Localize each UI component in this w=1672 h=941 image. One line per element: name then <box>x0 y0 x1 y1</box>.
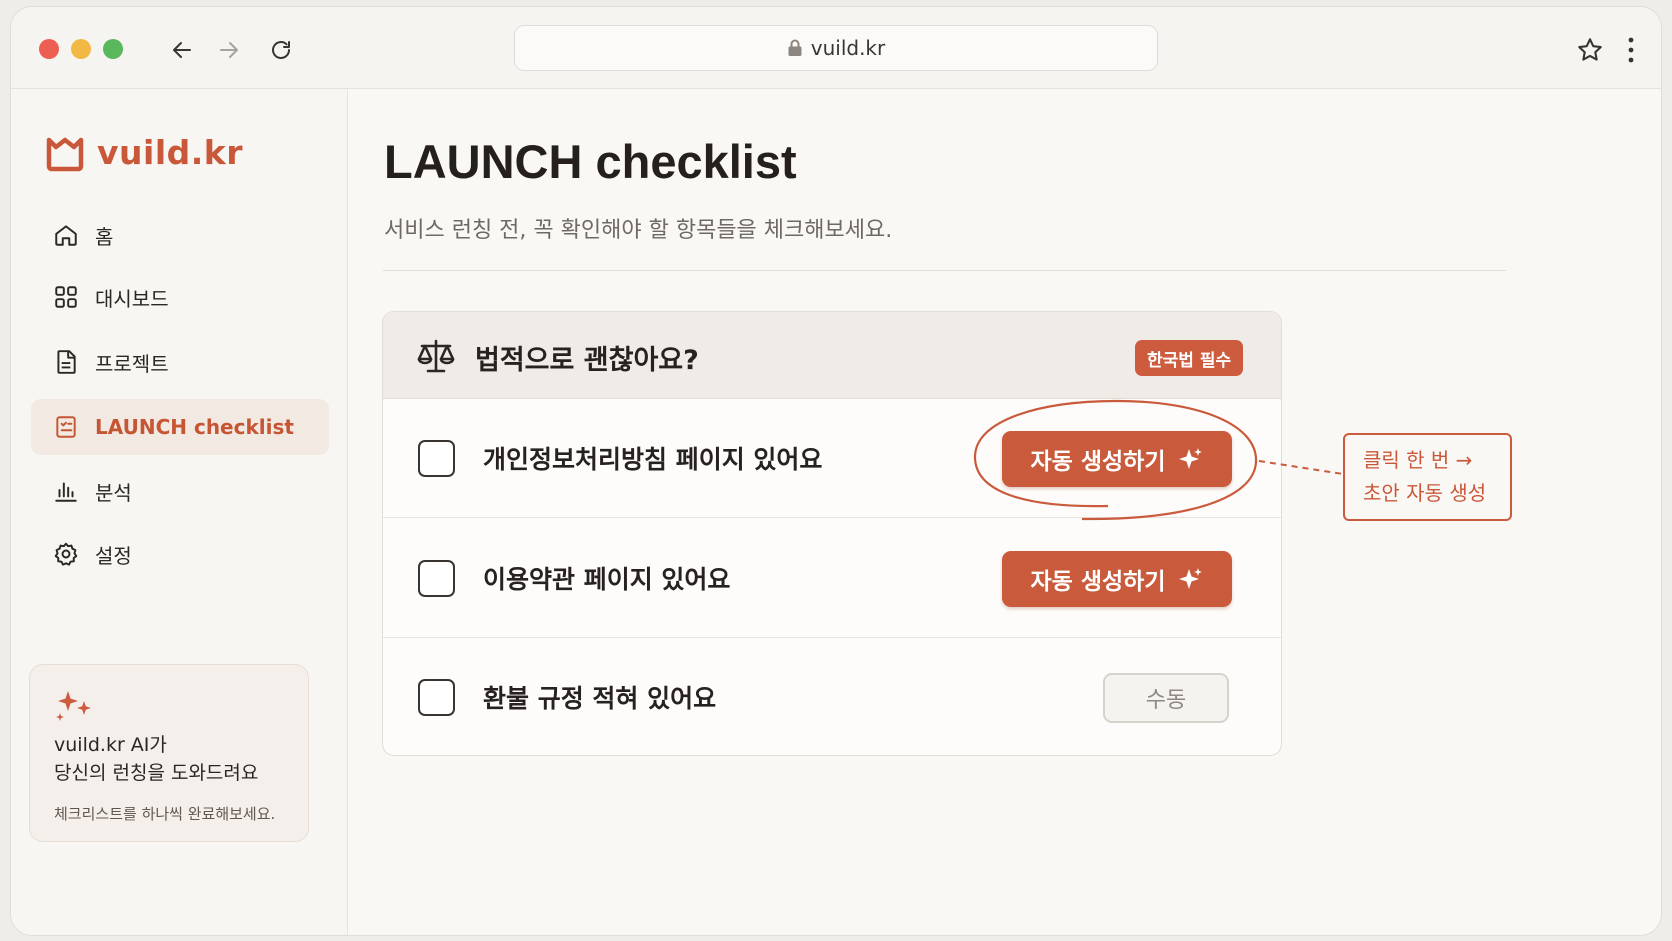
sidebar-item-label: 대시보드 <box>95 286 169 311</box>
sidebar-item-label: 홈 <box>95 224 114 249</box>
ai-card-subtitle: 체크리스트를 하나씩 완료해보세요. <box>54 805 276 823</box>
url-text: vuild.kr <box>810 36 886 60</box>
home-icon <box>55 225 77 246</box>
checklist-item-label: 이용약관 페이지 있어요 <box>483 565 731 594</box>
sidebar-item-home[interactable]: 홈 <box>31 207 329 263</box>
maximize-window-button[interactable] <box>103 39 123 59</box>
forward-button[interactable] <box>212 33 246 67</box>
checklist-item-label: 개인정보처리방침 페이지 있어요 <box>483 445 823 474</box>
reload-button[interactable] <box>264 33 298 67</box>
checklist-item: 개인정보처리방침 페이지 있어요 자동 생성하기 <box>383 399 1281 518</box>
sidebar: vuild.kr 홈 대시보드 프로젝트 LAUNCH checklist 분석… <box>11 89 348 935</box>
browser-menu-button[interactable] <box>1619 33 1643 67</box>
ai-card-title: vuild.kr AI가 <box>54 734 167 756</box>
logo-icon <box>46 137 84 171</box>
divider <box>383 270 1506 271</box>
sidebar-item-label: 설정 <box>95 543 132 568</box>
minimize-window-button[interactable] <box>71 39 91 59</box>
auto-generate-button[interactable]: 자동 생성하기 <box>1002 551 1232 607</box>
bar-chart-icon <box>55 482 77 502</box>
sparkles-icon <box>56 691 91 721</box>
lock-icon <box>788 39 802 56</box>
back-button[interactable] <box>165 33 199 67</box>
ai-assistant-card: vuild.kr AI가 당신의 런칭을 도와드려요 체크리스트를 하나씩 완료… <box>29 664 309 842</box>
sidebar-item-label: 프로젝트 <box>95 351 169 376</box>
checklist-item: 이용약관 페이지 있어요 자동 생성하기 <box>383 519 1281 638</box>
document-icon <box>57 350 76 374</box>
required-badge: 한국법 필수 <box>1135 340 1244 376</box>
manual-button[interactable]: 수동 <box>1103 673 1229 723</box>
auto-generate-label: 자동 생성하기 <box>1030 449 1166 475</box>
kebab-menu-icon <box>1628 37 1634 63</box>
logo-text: vuild.kr <box>97 133 244 172</box>
callout-line1: 클릭 한 번 → <box>1363 448 1473 472</box>
sidebar-item-dashboard[interactable]: 대시보드 <box>31 269 329 325</box>
page-title: LAUNCH checklist <box>384 135 797 188</box>
checklist-checkbox[interactable] <box>418 440 455 477</box>
logo[interactable]: vuild.kr <box>45 133 243 172</box>
back-arrow-icon <box>173 42 191 58</box>
checklist-checkbox[interactable] <box>418 560 455 597</box>
auto-generate-label: 자동 생성하기 <box>1030 569 1166 595</box>
sidebar-item-label: 분석 <box>95 480 132 505</box>
grid-icon <box>55 286 77 308</box>
checklist-item: 환불 규정 적혀 있어요 수동 <box>383 638 1281 755</box>
forward-arrow-icon <box>220 42 238 58</box>
page-subtitle: 서비스 런칭 전, 꼭 확인해야 할 항목들을 체크해보세요. <box>384 218 893 243</box>
legal-checklist-card: 법적으로 괜찮아요? 한국법 필수 개인정보처리방침 페이지 있어요 자동 생성… <box>382 311 1282 756</box>
sidebar-item-analytics[interactable]: 분석 <box>31 463 329 519</box>
annotation-callout: 클릭 한 번 → 초안 자동 생성 <box>1343 433 1512 521</box>
address-bar[interactable]: vuild.kr <box>514 25 1158 71</box>
callout-line2: 초안 자동 생성 <box>1363 481 1487 505</box>
bookmark-button[interactable] <box>1573 33 1607 67</box>
sidebar-item-settings[interactable]: 설정 <box>31 526 329 582</box>
sparkle-icon <box>1179 568 1203 589</box>
ai-card-title-line2: 당신의 런칭을 도와드려요 <box>54 762 259 784</box>
browser-toolbar: vuild.kr <box>11 7 1661 89</box>
checklist-item-label: 환불 규정 적혀 있어요 <box>483 684 717 713</box>
auto-generate-button[interactable]: 자동 생성하기 <box>1002 431 1232 487</box>
gear-icon <box>54 542 78 566</box>
star-icon <box>1578 38 1602 61</box>
scale-icon <box>417 339 455 373</box>
sidebar-item-launch-checklist[interactable]: LAUNCH checklist <box>31 399 329 455</box>
section-title: 법적으로 괜찮아요? <box>475 345 699 376</box>
sidebar-item-projects[interactable]: 프로젝트 <box>31 334 329 390</box>
checklist-icon <box>56 416 76 438</box>
close-window-button[interactable] <box>39 39 59 59</box>
sidebar-item-label: LAUNCH checklist <box>95 415 294 439</box>
checklist-checkbox[interactable] <box>418 679 455 716</box>
reload-icon <box>272 41 290 59</box>
sparkle-icon <box>1179 448 1203 469</box>
card-header: 법적으로 괜찮아요? 한국법 필수 <box>383 312 1281 399</box>
